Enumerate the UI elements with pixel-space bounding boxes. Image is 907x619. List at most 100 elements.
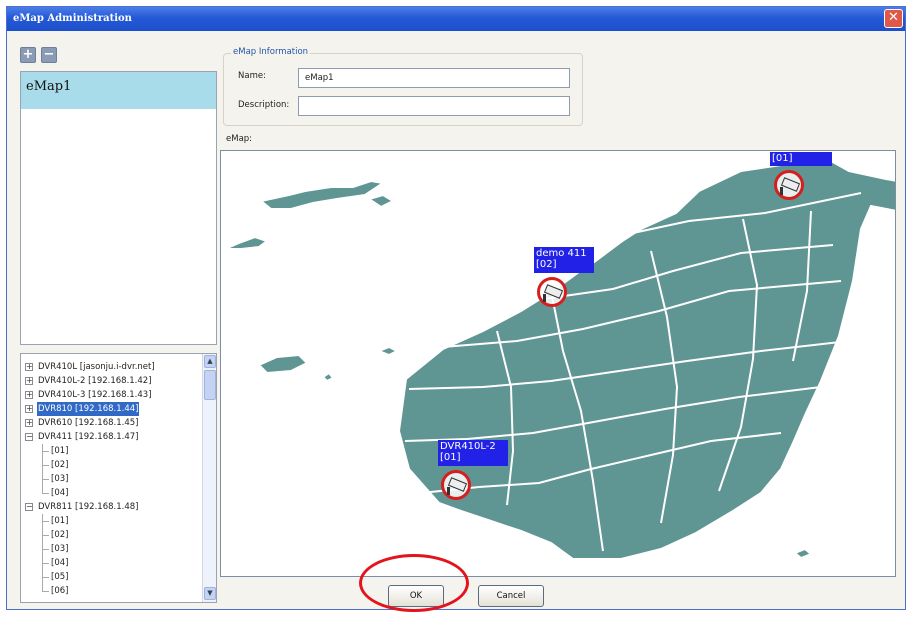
camera-stand bbox=[447, 487, 450, 495]
marker-device-name: demo 411 bbox=[536, 248, 587, 259]
expand-icon[interactable]: + bbox=[25, 391, 33, 399]
tree-node-channel[interactable]: [02] bbox=[21, 458, 203, 472]
scroll-down-arrow-icon[interactable]: ▼ bbox=[204, 587, 216, 600]
tree-connector-line bbox=[42, 451, 49, 452]
tree-node-channel[interactable]: [01] bbox=[21, 444, 203, 458]
island-shape bbox=[397, 155, 895, 560]
tree-node-channel[interactable]: [05] bbox=[21, 570, 203, 584]
description-input[interactable] bbox=[298, 96, 570, 116]
tree-connector-line bbox=[42, 549, 49, 550]
camera-marker-icon[interactable] bbox=[441, 470, 471, 500]
island-shape bbox=[321, 371, 335, 383]
marker-device-name: DVR410L-2 bbox=[440, 441, 496, 452]
camera-body bbox=[780, 177, 801, 192]
window-title: eMap Administration bbox=[13, 13, 132, 24]
tree-node-channel[interactable]: [04] bbox=[21, 486, 203, 500]
cancel-button[interactable]: Cancel bbox=[478, 585, 544, 607]
tree-node-label: [05] bbox=[51, 572, 69, 582]
device-tree[interactable]: + DVR410L [jasonju.i-dvr.net] + DVR410L-2 [… bbox=[20, 353, 217, 603]
scroll-thumb[interactable] bbox=[204, 370, 216, 400]
island-shape bbox=[224, 235, 270, 250]
tree-connector-line bbox=[42, 479, 49, 480]
tree-node-channel[interactable]: [03] bbox=[21, 542, 203, 556]
name-label: Name: bbox=[238, 71, 266, 81]
expand-icon[interactable]: + bbox=[25, 377, 33, 385]
marker-channel: [01] bbox=[440, 452, 461, 463]
tree-node-channel[interactable]: [02] bbox=[21, 528, 203, 542]
tree-node-label: DVR410L [jasonju.i-dvr.net] bbox=[38, 362, 155, 372]
tree-node-label: [01] bbox=[51, 446, 69, 456]
camera-stand bbox=[780, 187, 783, 195]
device-tree-content: + DVR410L [jasonju.i-dvr.net] + DVR410L-2 [… bbox=[21, 360, 203, 598]
marker-channel: [02] bbox=[536, 259, 557, 270]
tree-node-label: [01] bbox=[51, 516, 69, 526]
expand-icon[interactable]: + bbox=[25, 405, 33, 413]
tree-node-channel[interactable]: [03] bbox=[21, 472, 203, 486]
expand-icon[interactable]: + bbox=[25, 363, 33, 371]
emap-label: eMap: bbox=[226, 134, 253, 144]
tree-connector-line bbox=[42, 535, 49, 536]
marker-channel: [01] bbox=[772, 153, 793, 164]
tree-connector-line bbox=[42, 493, 49, 494]
collapse-icon[interactable]: − bbox=[25, 433, 33, 441]
tree-node-label: DVR610 [192.168.1.45] bbox=[38, 418, 139, 428]
title-bar[interactable]: eMap Administration bbox=[7, 7, 905, 31]
close-button[interactable]: ✕ bbox=[884, 9, 903, 28]
tree-node-label: DVR410L-3 [192.168.1.43] bbox=[38, 390, 152, 400]
name-input[interactable] bbox=[298, 68, 570, 88]
expand-icon[interactable]: + bbox=[25, 419, 33, 427]
tree-connector-line bbox=[42, 577, 49, 578]
tree-node-channel[interactable]: [06] bbox=[21, 584, 203, 598]
emap-list-item[interactable]: eMap1 bbox=[21, 72, 216, 109]
scroll-up-arrow-icon[interactable]: ▲ bbox=[204, 355, 216, 368]
camera-stand bbox=[543, 294, 546, 302]
collapse-icon[interactable]: − bbox=[25, 503, 33, 511]
plus-icon: + bbox=[22, 47, 34, 62]
tree-node-device[interactable]: − DVR811 [192.168.1.48] bbox=[21, 500, 203, 514]
tree-node-label: DVR810 [192.168.1.44] bbox=[37, 402, 140, 416]
camera-body bbox=[543, 284, 564, 299]
tree-node-device[interactable]: + DVR610 [192.168.1.45] bbox=[21, 416, 203, 430]
tree-node-channel[interactable]: [01] bbox=[21, 514, 203, 528]
camera-body bbox=[447, 477, 468, 492]
camera-marker-icon[interactable] bbox=[537, 277, 567, 307]
tree-connector-line bbox=[42, 465, 49, 466]
tree-node-label: DVR811 [192.168.1.48] bbox=[38, 502, 139, 512]
dialog-content: + − eMap1 + DVR410L [jasonju.i-dvr.net] + D… bbox=[7, 31, 905, 609]
emap-list[interactable]: eMap1 bbox=[20, 71, 217, 345]
close-icon: ✕ bbox=[888, 10, 899, 25]
emap-information-group: eMap Information Name: Description: bbox=[223, 47, 583, 126]
device-marker-label[interactable]: demo 411 [02] bbox=[534, 247, 594, 273]
device-marker-label[interactable]: DVR410L-2 [01] bbox=[438, 440, 508, 466]
island-shape bbox=[793, 547, 813, 560]
tree-node-device[interactable]: + DVR410L-2 [192.168.1.42] bbox=[21, 374, 203, 388]
tree-node-label: DVR411 [192.168.1.47] bbox=[38, 432, 139, 442]
tree-node-label: [04] bbox=[51, 488, 69, 498]
tree-node-device[interactable]: + DVR810 [192.168.1.44] bbox=[21, 402, 203, 416]
remove-map-button[interactable]: − bbox=[41, 47, 57, 63]
tree-connector-line bbox=[42, 521, 49, 522]
device-tree-scrollbar[interactable]: ▲ ▼ bbox=[202, 354, 216, 602]
emap-canvas[interactable]: [01] demo 411 [02] DVR410L-2 [01] bbox=[220, 150, 896, 577]
island-shape bbox=[258, 179, 386, 210]
camera-marker-icon[interactable] bbox=[774, 170, 804, 200]
description-label: Description: bbox=[238, 100, 290, 110]
tree-node-channel[interactable]: [04] bbox=[21, 556, 203, 570]
island-shape bbox=[376, 345, 400, 357]
group-title: eMap Information bbox=[231, 47, 311, 57]
minus-icon: − bbox=[43, 47, 55, 62]
tree-node-device[interactable]: + DVR410L-3 [192.168.1.43] bbox=[21, 388, 203, 402]
island-shape bbox=[257, 353, 309, 375]
tree-node-label: DVR410L-2 [192.168.1.42] bbox=[38, 376, 152, 386]
tree-node-device[interactable]: + DVR410L [jasonju.i-dvr.net] bbox=[21, 360, 203, 374]
island-shape bbox=[366, 193, 396, 209]
tree-node-label: [06] bbox=[51, 586, 69, 596]
tree-node-label: [02] bbox=[51, 460, 69, 470]
add-map-button[interactable]: + bbox=[20, 47, 36, 63]
tree-node-label: [03] bbox=[51, 474, 69, 484]
tree-node-label: [03] bbox=[51, 544, 69, 554]
tree-node-label: [04] bbox=[51, 558, 69, 568]
device-marker-label[interactable]: [01] bbox=[770, 152, 832, 166]
tree-node-device[interactable]: − DVR411 [192.168.1.47] bbox=[21, 430, 203, 444]
tree-node-label: [02] bbox=[51, 530, 69, 540]
